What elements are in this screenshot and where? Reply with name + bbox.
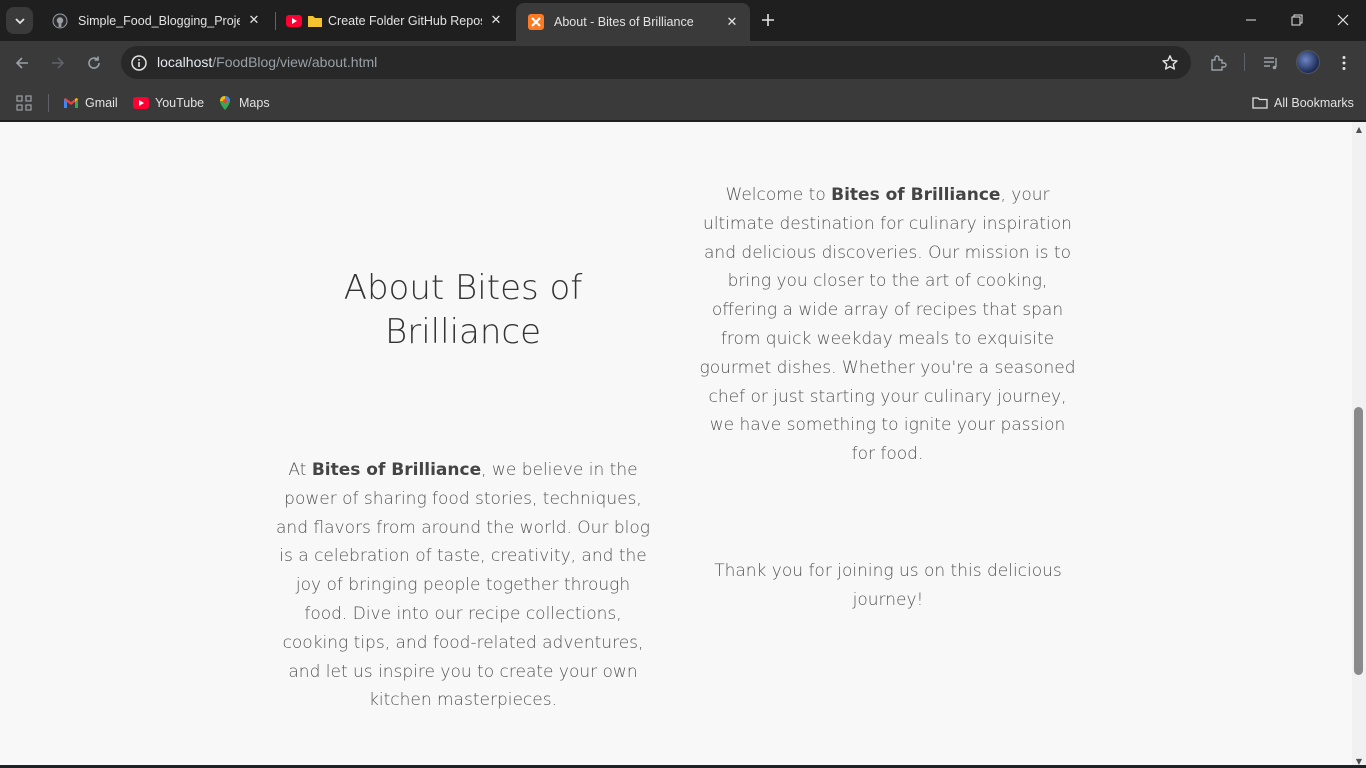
close-window-button[interactable] <box>1320 0 1366 40</box>
restore-icon <box>1291 14 1303 26</box>
reload-icon <box>88 56 100 69</box>
scrollbar-thumb[interactable] <box>1354 407 1363 675</box>
belief-paragraph: At Bites of Brilliance, we believe in th… <box>272 456 654 715</box>
gmail-icon <box>63 95 79 111</box>
tab-title: Create Folder GitHub Repos <box>328 13 482 28</box>
bookmark-label: YouTube <box>155 96 205 110</box>
maps-icon <box>217 95 233 111</box>
bookmark-gmail[interactable]: Gmail <box>63 92 118 114</box>
reload-button[interactable] <box>80 49 108 77</box>
menu-dots-icon[interactable] <box>1333 52 1355 74</box>
youtube-folder-icon <box>286 13 322 29</box>
address-bar[interactable]: localhost/FoodBlog/view/about.html <box>121 46 1191 79</box>
minimize-button[interactable] <box>1228 0 1274 40</box>
bookmarks-separator <box>48 94 49 112</box>
github-icon <box>52 13 68 29</box>
tab-github[interactable]: Simple_Food_Blogging_Project/ ✕ <box>40 5 272 36</box>
profile-avatar[interactable] <box>1296 50 1320 74</box>
intro-paragraph: Welcome to Bites of Brilliance, your ult… <box>697 181 1078 469</box>
xampp-icon <box>528 14 544 30</box>
belief-text-rest: , we believe in the power of sharing foo… <box>276 460 650 711</box>
tab-title: Simple_Food_Blogging_Project/ <box>78 13 240 28</box>
toolbar-separator <box>1244 53 1245 71</box>
restore-button[interactable] <box>1274 0 1320 40</box>
all-bookmarks-button[interactable]: All Bookmarks <box>1252 92 1354 114</box>
page-scrollbar[interactable]: ▲ ▼ <box>1352 122 1366 768</box>
tab-strip: Simple_Food_Blogging_Project/ ✕ Create F… <box>0 0 1366 41</box>
arrow-left-icon <box>15 57 28 69</box>
close-tab-icon[interactable]: ✕ <box>246 13 262 29</box>
browser-toolbar: localhost/FoodBlog/view/about.html <box>0 41 1366 85</box>
url-host: localhost <box>157 54 213 70</box>
tab-title: About - Bites of Brilliance <box>554 15 694 29</box>
close-icon <box>1337 14 1349 26</box>
back-button[interactable] <box>8 49 36 77</box>
all-bookmarks-label: All Bookmarks <box>1274 96 1354 110</box>
page-title: About Bites of Brilliance <box>343 268 583 352</box>
apps-grid-icon <box>16 95 32 111</box>
plus-icon <box>762 14 774 26</box>
tab-about[interactable]: About - Bites of Brilliance ✕ <box>516 3 750 41</box>
bookmark-maps[interactable]: Maps <box>217 92 270 114</box>
tab-search-button[interactable] <box>6 7 33 34</box>
new-tab-button[interactable] <box>756 8 780 32</box>
folder-icon <box>1252 95 1268 111</box>
bookmark-star-icon[interactable] <box>1161 54 1179 72</box>
intro-text-rest: , your ultimate destination for culinary… <box>699 185 1076 465</box>
bookmark-youtube[interactable]: YouTube <box>133 92 204 114</box>
page-content: About Bites of Brilliance Welcome to Bit… <box>0 122 1352 768</box>
url-text[interactable]: localhost/FoodBlog/view/about.html <box>157 54 377 70</box>
close-tab-icon[interactable]: ✕ <box>488 13 504 29</box>
brand-name: Bites of Brilliance <box>311 460 482 480</box>
bookmarks-bar: Gmail YouTube Maps All Bookmarks <box>0 85 1366 121</box>
belief-text-start: At <box>288 460 312 480</box>
arrow-right-icon <box>52 57 65 69</box>
youtube-icon <box>133 95 149 111</box>
url-path: /FoodBlog/view/about.html <box>212 54 378 70</box>
forward-button[interactable] <box>44 49 72 77</box>
bookmark-label: Maps <box>239 96 270 110</box>
site-info-icon[interactable] <box>129 53 148 72</box>
tab-create-folder[interactable]: Create Folder GitHub Repos ✕ <box>274 5 514 36</box>
media-controls-icon[interactable] <box>1260 52 1282 74</box>
minimize-icon <box>1246 19 1256 21</box>
intro-text-start: Welcome to <box>725 185 832 205</box>
extensions-icon[interactable] <box>1207 52 1229 74</box>
thanks-paragraph: Thank you for joining us on this delicio… <box>714 561 1062 610</box>
close-tab-icon[interactable]: ✕ <box>724 14 740 30</box>
apps-button[interactable] <box>16 92 38 114</box>
scroll-up-arrow-icon[interactable]: ▲ <box>1354 124 1364 134</box>
chevron-down-icon <box>14 17 25 24</box>
bookmark-label: Gmail <box>85 96 118 110</box>
brand-name: Bites of Brilliance <box>831 185 1001 205</box>
